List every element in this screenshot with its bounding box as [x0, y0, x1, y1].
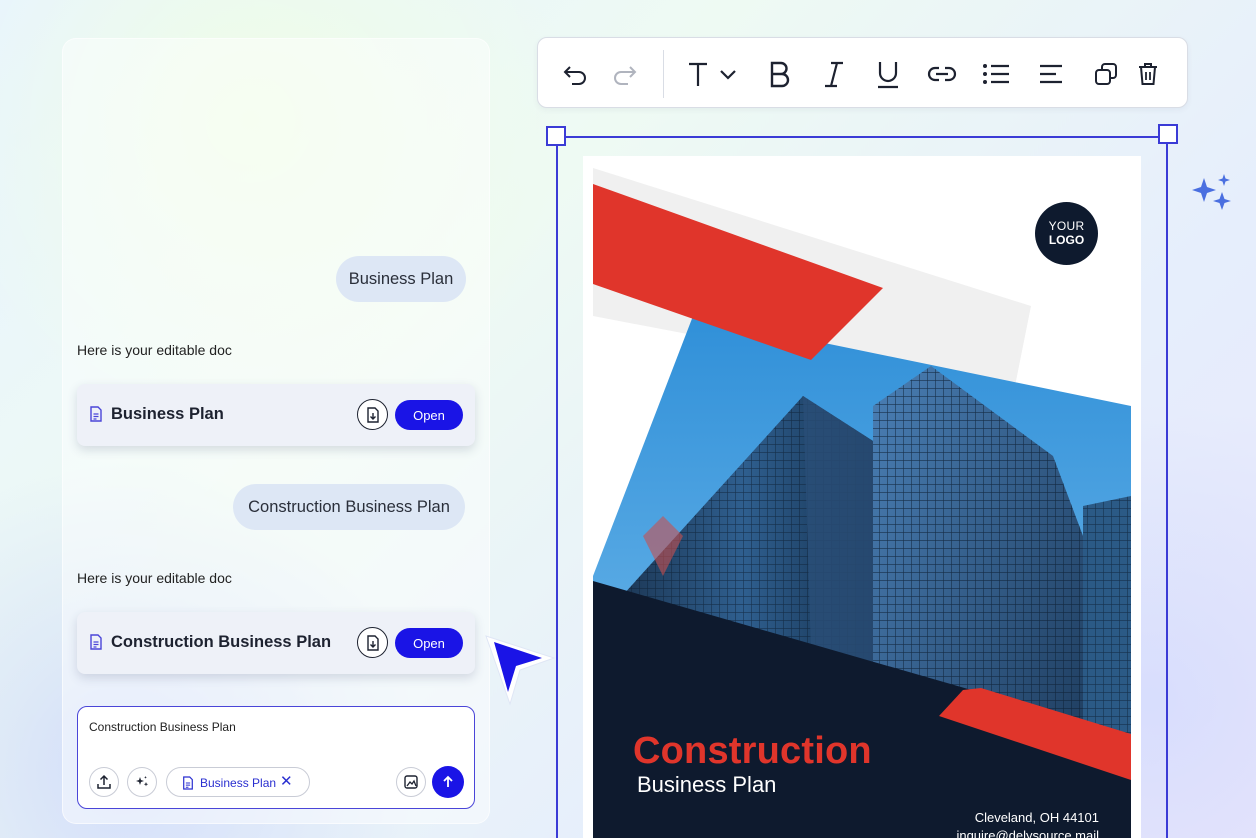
attached-doc-chip[interactable]: Business Plan ✕: [166, 767, 310, 797]
download-icon: [366, 406, 379, 423]
ai-magic-button[interactable]: [127, 767, 157, 797]
arrow-up-icon: [443, 775, 453, 787]
open-button[interactable]: Open: [395, 400, 463, 430]
delete-icon[interactable]: [1128, 54, 1168, 94]
text-style-icon[interactable]: [680, 54, 750, 94]
upload-icon: [97, 774, 111, 789]
doc-card-title: Business Plan: [111, 405, 224, 423]
bold-icon[interactable]: [760, 54, 800, 94]
chat-composer[interactable]: Construction Business Plan Business Plan…: [77, 706, 475, 809]
doc-result-card[interactable]: Construction Business Plan Open: [77, 612, 475, 674]
document-icon: [89, 634, 103, 650]
selection-frame: [556, 136, 1168, 838]
chip-label: Business Plan: [200, 776, 277, 790]
bullet-list-icon[interactable]: [976, 54, 1016, 94]
user-message-bubble: Business Plan: [336, 256, 466, 302]
doc-result-card[interactable]: Business Plan Open: [77, 384, 475, 446]
template-button[interactable]: [396, 767, 426, 797]
align-left-icon[interactable]: [1031, 54, 1071, 94]
document-icon: [183, 776, 193, 790]
assistant-reply-text: Here is your editable doc: [77, 570, 232, 586]
resize-handle-top-right[interactable]: [1158, 124, 1178, 144]
undo-icon[interactable]: [556, 54, 596, 94]
resize-handle-top-left[interactable]: [546, 126, 566, 146]
duplicate-icon[interactable]: [1086, 54, 1126, 94]
assistant-reply-text: Here is your editable doc: [77, 342, 232, 358]
link-icon[interactable]: [922, 54, 962, 94]
download-icon: [366, 634, 379, 651]
toolbar-divider: [663, 50, 664, 98]
open-button[interactable]: Open: [395, 628, 463, 658]
send-button[interactable]: [432, 766, 464, 798]
download-button[interactable]: [357, 627, 388, 658]
chip-remove-icon[interactable]: ✕: [280, 772, 293, 790]
download-button[interactable]: [357, 399, 388, 430]
doc-card-title: Construction Business Plan: [111, 633, 332, 651]
user-message-bubble: Construction Business Plan: [233, 484, 465, 530]
editor-toolbar: [537, 37, 1188, 108]
sparkle-icon: [1192, 174, 1231, 210]
pointer-cursor-icon: [485, 635, 556, 706]
sparkle-icon: [136, 776, 149, 787]
italic-icon[interactable]: [814, 54, 854, 94]
upload-button[interactable]: [89, 767, 119, 797]
redo-icon[interactable]: [604, 54, 644, 94]
image-icon: [404, 775, 418, 789]
underline-icon[interactable]: [868, 54, 908, 94]
document-icon: [89, 406, 103, 422]
composer-input[interactable]: Construction Business Plan: [89, 720, 236, 734]
